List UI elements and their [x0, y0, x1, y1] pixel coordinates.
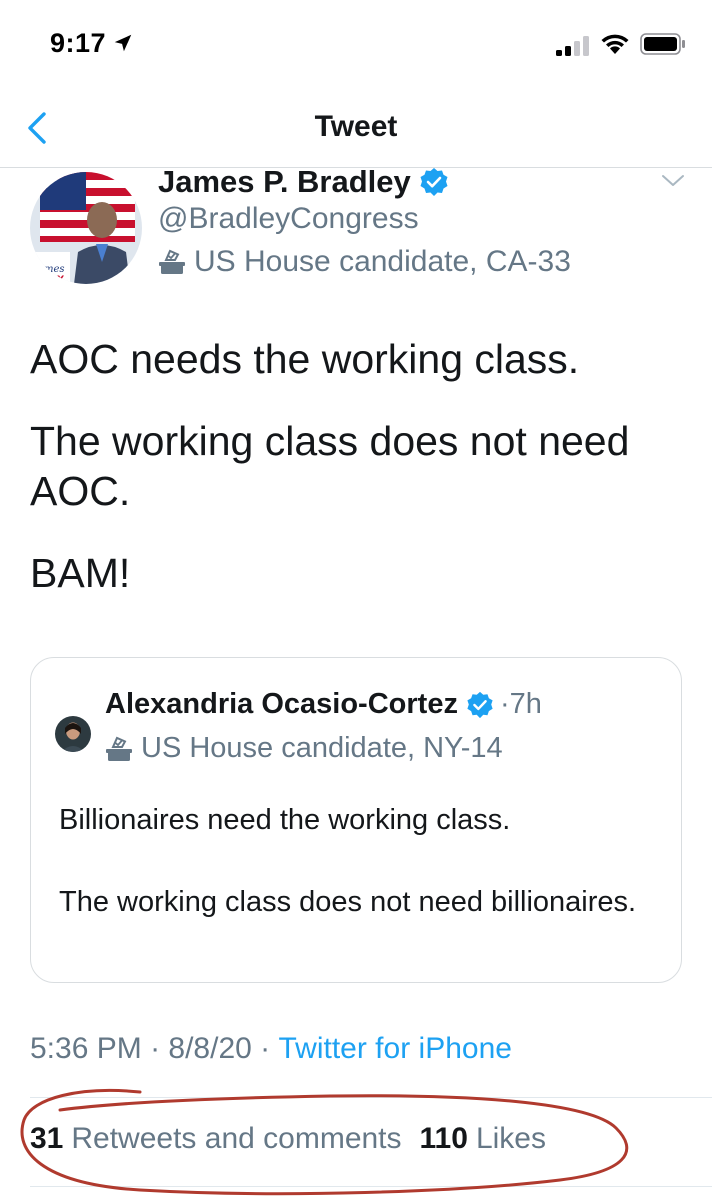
ballot-box-icon	[106, 736, 132, 761]
tweet-source-link[interactable]: Twitter for iPhone	[279, 1032, 512, 1066]
cellular-signal-icon	[556, 36, 589, 56]
author-avatar[interactable]: James DLEY	[30, 172, 142, 284]
quoted-author-row: Alexandria Ocasio-Cortez ·7h	[105, 688, 542, 721]
divider	[30, 1097, 712, 1098]
tweet-meta: 5:36 PM · 8/8/20 · Twitter for iPhone	[30, 1032, 512, 1066]
location-arrow-icon	[114, 34, 132, 52]
divider	[30, 1186, 712, 1187]
battery-icon	[640, 33, 685, 55]
meta-separator: ·	[141, 1032, 169, 1065]
chevron-down-icon[interactable]	[660, 172, 686, 190]
svg-text:James: James	[32, 264, 65, 275]
verified-badge-icon	[420, 168, 448, 196]
author-label: US House candidate, CA-33	[194, 245, 571, 278]
retweets-stat[interactable]: 31 Retweets and comments	[30, 1122, 402, 1156]
author-handle[interactable]: @BradleyCongress	[158, 202, 419, 236]
quoted-time-value: 7h	[509, 688, 542, 720]
tweet-paragraph: The working class does not need AOC.	[30, 418, 630, 514]
tweet-text: AOC needs the working class. The working…	[30, 334, 690, 598]
quoted-author-name: Alexandria Ocasio-Cortez	[105, 688, 458, 720]
tweet-paragraph: AOC needs the working class.	[30, 336, 580, 382]
retweets-label: Retweets and comments	[71, 1122, 402, 1155]
tweet-date: 8/8/20	[168, 1032, 252, 1065]
author-name-row[interactable]: James P. Bradley	[158, 162, 449, 202]
status-time: 9:17	[50, 28, 107, 58]
page-title: Tweet	[314, 110, 398, 143]
quoted-tweet-text: Billionaires need the working class. The…	[59, 800, 659, 922]
quoted-tweet-card[interactable]: Alexandria Ocasio-Cortez ·7h US House ca…	[30, 657, 682, 983]
likes-stat[interactable]: 110 Likes	[420, 1122, 546, 1156]
quoted-time: ·7h	[499, 688, 542, 720]
author-label-row: US House candidate, CA-33	[158, 245, 571, 279]
tweet-time: 5:36 PM	[30, 1032, 142, 1065]
quoted-label-row: US House candidate, NY-14	[105, 732, 503, 765]
quoted-author-label: US House candidate, NY-14	[141, 732, 503, 764]
quoted-author-avatar	[55, 716, 91, 752]
author-name[interactable]: James P. Bradley	[158, 164, 411, 200]
quoted-paragraph: The working class does not need billiona…	[59, 886, 637, 918]
meta-separator: ·	[251, 1032, 279, 1065]
ballot-box-icon	[159, 249, 185, 274]
wifi-icon	[601, 34, 629, 54]
retweets-count: 31	[30, 1122, 64, 1155]
verified-badge-icon	[467, 691, 493, 718]
likes-label: Likes	[475, 1122, 546, 1155]
svg-text:DLEY: DLEY	[38, 275, 64, 284]
quoted-paragraph: Billionaires need the working class.	[59, 804, 511, 836]
tweet-stats: 31 Retweets and comments 110 Likes	[30, 1122, 564, 1156]
status-bar: 9:17	[0, 0, 712, 90]
likes-count: 110	[419, 1122, 468, 1155]
tweet-paragraph: BAM!	[30, 550, 131, 596]
navigation-bar: Tweet	[0, 90, 712, 168]
